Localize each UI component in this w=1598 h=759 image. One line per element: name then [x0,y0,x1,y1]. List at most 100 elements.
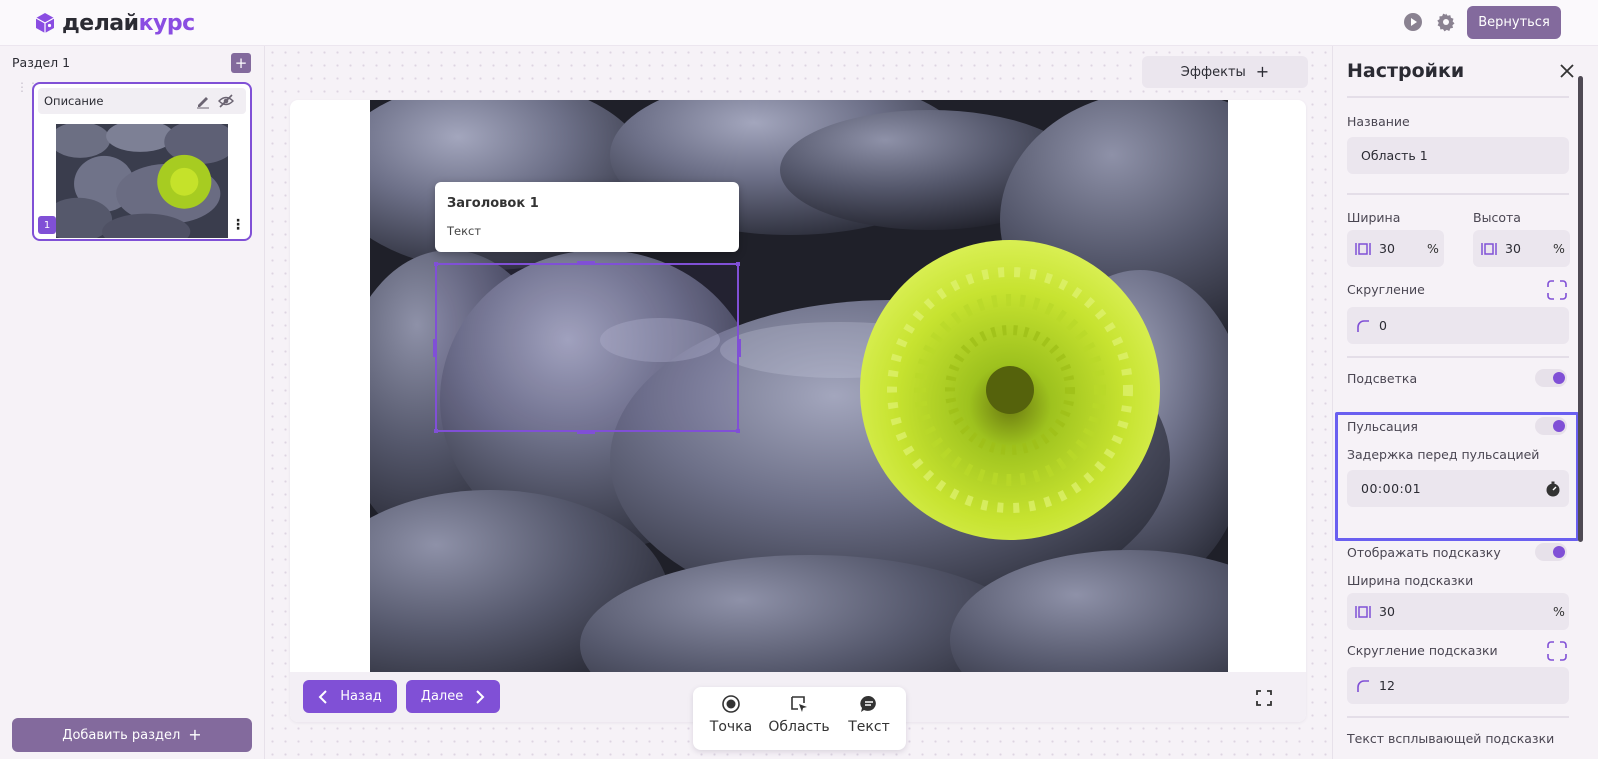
tools-toolbar: Точка Область Текст [693,687,906,750]
resize-handle-corner[interactable] [736,429,740,433]
pulse-delay-value: 00:00:01 [1361,481,1422,496]
pulse-delay-input[interactable]: 00:00:01 [1347,470,1569,507]
more-vertical-icon[interactable]: ⋮ [229,216,247,234]
slide-number-badge: 1 [38,216,56,234]
corner-radius-icon [1357,680,1369,692]
close-icon[interactable] [1558,62,1576,80]
tool-text-label: Текст [848,719,890,735]
back-label: Назад [340,689,382,704]
slide-name: Описание [44,94,104,108]
name-label: Название [1347,114,1410,129]
height-label: Высота [1473,210,1521,225]
hint-rounding-input[interactable]: 12 [1347,667,1569,704]
width-unit: % [1427,241,1439,256]
width-value: 30 [1379,241,1395,256]
hint-width-label: Ширина подсказки [1347,573,1474,588]
slide-stage: Заголовок 1 Текст Назад Далее [290,100,1306,722]
corner-radius-icon [1357,320,1369,332]
pulse-delay-label: Задержка перед пульсацией [1347,447,1540,462]
divider [1347,193,1569,195]
top-bar: делайкурс Вернуться [0,0,1598,46]
selected-area[interactable] [433,261,741,434]
hint-width-value: 30 [1379,604,1395,619]
add-slide-button[interactable]: + [231,53,251,73]
tool-point-label: Точка [709,719,753,735]
height-input[interactable]: 30 % [1473,230,1570,267]
resize-handle-left[interactable] [433,339,437,357]
add-section-label: Добавить раздел [62,727,181,743]
divider [1347,716,1569,718]
popup-text-label: Текст всплывающей подсказки [1347,731,1555,746]
name-input[interactable]: Область 1 [1347,137,1569,174]
stopwatch-icon[interactable] [1545,481,1561,497]
eye-off-icon[interactable] [218,93,234,109]
add-section-button[interactable]: Добавить раздел + [12,718,252,752]
settings-panel: Настройки Название Область 1 Ширина Высо… [1332,46,1598,759]
resize-handle-corner[interactable] [434,262,438,266]
effects-label: Эффекты [1180,64,1246,80]
hint-popup[interactable]: Заголовок 1 Текст [435,182,739,252]
highlight-label: Подсветка [1347,371,1418,386]
fullscreen-icon[interactable] [1256,690,1272,706]
pulse-label: Пульсация [1347,419,1418,434]
logo-cube-icon [35,13,55,33]
hint-rounding-label: Скругление подсказки [1347,643,1498,658]
plus-icon: + [188,725,202,744]
tool-point[interactable]: Точка [699,695,763,735]
corners-icon[interactable] [1547,280,1567,300]
next-label: Далее [420,689,464,704]
text-bubble-icon [860,695,876,712]
width-label: Ширина [1347,210,1401,225]
show-hint-toggle[interactable] [1535,543,1567,561]
chevron-right-icon [476,689,485,704]
section-title: Раздел 1 [12,55,71,70]
area-icon [791,696,807,712]
gear-icon[interactable] [1436,12,1456,32]
rounding-value: 0 [1379,318,1387,333]
resize-handle-right[interactable] [737,339,741,357]
effects-button[interactable]: Эффекты + [1142,56,1308,88]
width-icon [1355,606,1371,618]
show-hint-label: Отображать подсказку [1347,545,1501,560]
divider [1347,96,1569,98]
slide-header: Описание [38,88,246,114]
resize-handle-top[interactable] [577,261,595,265]
tool-area-label: Область [768,719,830,735]
corners-icon[interactable] [1547,641,1567,661]
canvas-area: Эффекты + Заголовок 1 Текст Назад Далее … [266,46,1331,759]
pulse-toggle[interactable] [1535,417,1567,435]
hint-rounding-value: 12 [1379,678,1395,693]
hint-popup-title: Заголовок 1 [447,196,539,211]
settings-title: Настройки [1347,60,1465,82]
width-input[interactable]: 30 % [1347,230,1444,267]
tool-area[interactable]: Область [767,695,831,735]
width-icon [1355,243,1371,255]
rounding-input[interactable]: 0 [1347,307,1569,344]
height-unit: % [1553,241,1565,256]
resize-handle-corner[interactable] [434,429,438,433]
divider [1347,356,1569,358]
slide-card[interactable]: Описание 1 ⋮ [32,82,252,241]
slide-thumbnail [56,124,228,238]
point-icon [722,695,740,713]
resize-handle-bottom[interactable] [577,430,595,434]
back-button[interactable]: Назад [303,680,397,713]
name-value: Область 1 [1361,148,1428,163]
sections-panel: Раздел 1 + ⋮⋮ Описание 1 ⋮ Добавить разд… [0,46,265,759]
resize-handle-corner[interactable] [736,262,740,266]
plus-icon: + [1255,62,1270,81]
logo[interactable]: делайкурс [34,10,195,36]
pencil-icon[interactable] [195,93,211,109]
height-value: 30 [1505,241,1521,256]
return-button[interactable]: Вернуться [1467,6,1561,39]
hint-width-unit: % [1553,604,1565,619]
play-icon[interactable] [1403,12,1423,32]
logo-text: делайкурс [62,10,195,36]
highlight-toggle[interactable] [1535,369,1567,387]
scrollbar-thumb[interactable] [1578,76,1583,542]
height-icon [1481,243,1497,255]
chevron-left-icon [318,689,327,704]
next-button[interactable]: Далее [406,680,500,713]
hint-width-input[interactable]: 30 % [1347,593,1569,630]
tool-text[interactable]: Текст [837,695,901,735]
